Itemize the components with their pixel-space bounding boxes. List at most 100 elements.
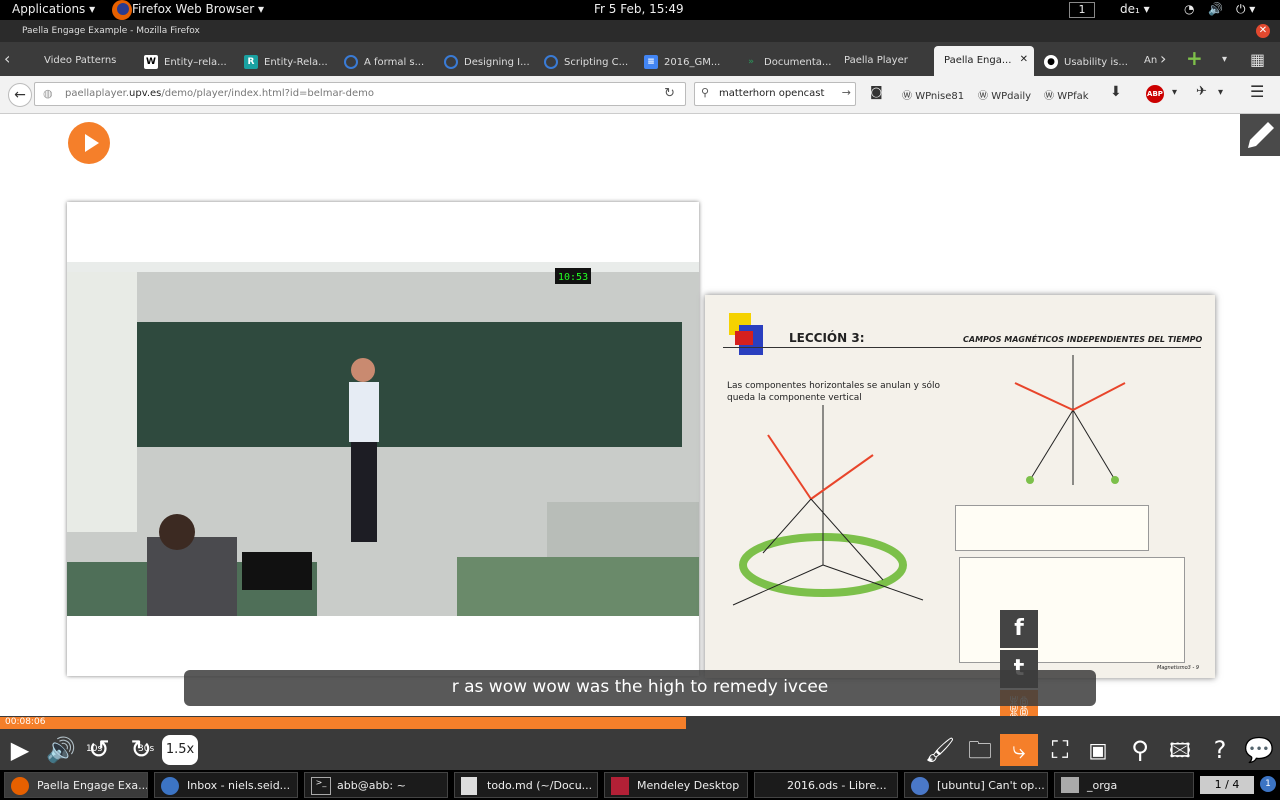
back-button[interactable]: ← (8, 83, 32, 107)
slide-logo-red (735, 331, 753, 345)
tab-entity-relationship[interactable]: R Entity-Rela... (244, 46, 340, 76)
tab-label: Video Patterns (44, 55, 117, 66)
tab-scroll-left-icon[interactable]: ‹ (4, 46, 18, 76)
mail-icon (161, 777, 179, 795)
annotation-tool-icon[interactable]: 🖌 (922, 734, 958, 766)
search-icon: ⚲ (701, 86, 710, 99)
mendeley-icon (611, 777, 629, 795)
tab-documentation[interactable]: » Documenta... (744, 46, 840, 76)
formula-box-2 (959, 557, 1185, 663)
slide-rule (723, 347, 1201, 348)
tab-entity-relationship-wiki[interactable]: W Entity–rela... (144, 46, 240, 76)
tab-label: Entity-Rela... (264, 57, 328, 68)
facebook-icon: f (1014, 616, 1024, 641)
loop-diagram (732, 405, 924, 606)
tab-label: A formal s... (364, 57, 425, 68)
task-editor[interactable]: todo.md (~/Docu... (454, 772, 598, 798)
search-player-icon[interactable]: ⚲ (1122, 734, 1158, 766)
clock[interactable]: Fr 5 Feb, 15:49 (594, 2, 684, 16)
adblock-icon[interactable]: ABP (1146, 85, 1164, 103)
new-tab-icon[interactable]: + (1186, 46, 1204, 76)
tab-list-icon[interactable]: ▾ (1222, 46, 1234, 76)
applications-menu[interactable]: Applications ▾ (12, 2, 95, 16)
volume-button[interactable]: 🔊 (44, 734, 78, 766)
edit-button[interactable] (1240, 114, 1280, 156)
url-bar[interactable]: ◍ paellaplayer.upv.es/demo/player/index.… (34, 82, 686, 106)
lecture-scene: 10:53 (67, 262, 699, 616)
workspace-indicator[interactable]: 1 (1069, 2, 1095, 18)
tab-designing[interactable]: Designing I... (444, 46, 540, 76)
firefox-task-icon (11, 777, 29, 795)
wifi-icon[interactable]: ◔ (1184, 2, 1194, 16)
editor-icon (461, 777, 477, 795)
playback-rate-button[interactable]: 1.5x (162, 735, 198, 765)
play-button[interactable]: ▶ (6, 734, 34, 766)
tab-label: An (1144, 55, 1158, 66)
wordpress-icon: Ⓦ (978, 91, 992, 102)
rewind-label: 10s (86, 744, 103, 754)
task-libreoffice[interactable]: 2016.ods - Libre... (754, 772, 898, 798)
download-icon[interactable]: ⬇ (1110, 84, 1122, 100)
tab-video-patterns[interactable]: Video Patterns (44, 46, 140, 76)
presenter-video[interactable]: 10:53 (67, 202, 699, 676)
tab-label: Paella Enga... (944, 55, 1012, 66)
tab-paella-engage[interactable]: Paella Enga... ✕ (934, 46, 1034, 76)
power-icon[interactable]: ⏻ ▾ (1236, 2, 1255, 17)
extension-menu-icon[interactable]: ▾ (1218, 87, 1223, 98)
extension-icon[interactable]: ✈ (1196, 84, 1207, 99)
task-files[interactable]: _orga (1054, 772, 1194, 798)
site-info-icon[interactable]: ◍ (43, 87, 53, 100)
task-terminal[interactable]: >_ abb@abb: ~ (304, 772, 448, 798)
bookmark-wpnise81[interactable]: Ⓦ WPnise81 (902, 87, 964, 102)
tab-label: 2016_GM... (664, 57, 721, 68)
task-thunderbird[interactable]: Inbox - niels.seid... (154, 772, 298, 798)
search-value: matterhorn opencast (719, 88, 825, 99)
help-icon[interactable]: ? (1202, 734, 1238, 766)
tab-paella-player[interactable]: Paella Player (844, 46, 934, 76)
social-share-button[interactable]: ⤷ (1000, 734, 1038, 766)
github-icon: ● (1044, 55, 1058, 69)
tab-label: Usability is... (1064, 57, 1128, 68)
layout-icon[interactable]: ▣ (1080, 734, 1116, 766)
pencil-icon (1248, 122, 1274, 148)
tab-label: Documenta... (764, 57, 832, 68)
workspace-pager[interactable]: 1 / 4 (1200, 776, 1254, 794)
tab-groups-icon[interactable]: ▦ (1250, 46, 1268, 76)
keyboard-layout[interactable]: de₁ ▾ (1120, 2, 1150, 16)
tab-usability[interactable]: ● Usability is... (1044, 46, 1136, 76)
hamburger-menu-icon[interactable]: ☰ (1250, 82, 1264, 101)
fullscreen-icon[interactable]: ⛶ (1042, 734, 1078, 766)
tab-2016-gm[interactable]: ≡ 2016_GM... (644, 46, 740, 76)
bookmark-wpfak[interactable]: Ⓦ WPfak (1044, 87, 1089, 102)
reload-icon[interactable]: ↻ (664, 86, 675, 101)
notification-icon[interactable]: 1 (1260, 776, 1276, 792)
facebook-share-button[interactable]: f (1000, 610, 1038, 648)
comments-icon[interactable]: 💬 (1240, 734, 1278, 766)
tab-scroll-right-icon[interactable]: › (1160, 46, 1174, 76)
loading-icon (444, 55, 458, 69)
formula-box-1 (955, 505, 1149, 551)
gallery-icon[interactable]: 🖾 (1162, 734, 1198, 766)
task-firefox[interactable]: Paella Engage Exa... (4, 772, 148, 798)
search-field[interactable]: ⚲ matterhorn opencast → (694, 82, 856, 106)
loading-icon (544, 55, 558, 69)
close-window-icon[interactable]: ✕ (1256, 24, 1270, 38)
pocket-icon[interactable]: ◙ (870, 85, 883, 100)
tab-close-icon[interactable]: ✕ (1020, 54, 1028, 65)
bookmark-wpdaily[interactable]: Ⓦ WPdaily (978, 87, 1031, 102)
url-text: paellaplayer.upv.es/demo/player/index.ht… (65, 88, 375, 99)
task-mendeley[interactable]: Mendeley Desktop (604, 772, 748, 798)
volume-icon[interactable]: 🔊 (1208, 2, 1223, 16)
folder-icon[interactable]: 🗀 (962, 734, 998, 766)
tab-scripting[interactable]: Scripting C... (544, 46, 640, 76)
slide-frame[interactable]: LECCIÓN 3: CAMPOS MAGNÉTICOS INDEPENDIEN… (705, 295, 1215, 678)
tab-an[interactable]: An (1144, 46, 1158, 76)
app-menu[interactable]: Firefox Web Browser ▾ (132, 2, 264, 16)
search-go-icon[interactable]: → (842, 86, 851, 99)
tab-label: Designing I... (464, 57, 530, 68)
tab-a-formal[interactable]: A formal s... (344, 46, 440, 76)
adblock-menu-icon[interactable]: ▾ (1172, 87, 1177, 98)
task-chromium[interactable]: [ubuntu] Can't op... (904, 772, 1048, 798)
wikipedia-icon: W (144, 55, 158, 69)
big-play-button[interactable] (68, 122, 110, 164)
